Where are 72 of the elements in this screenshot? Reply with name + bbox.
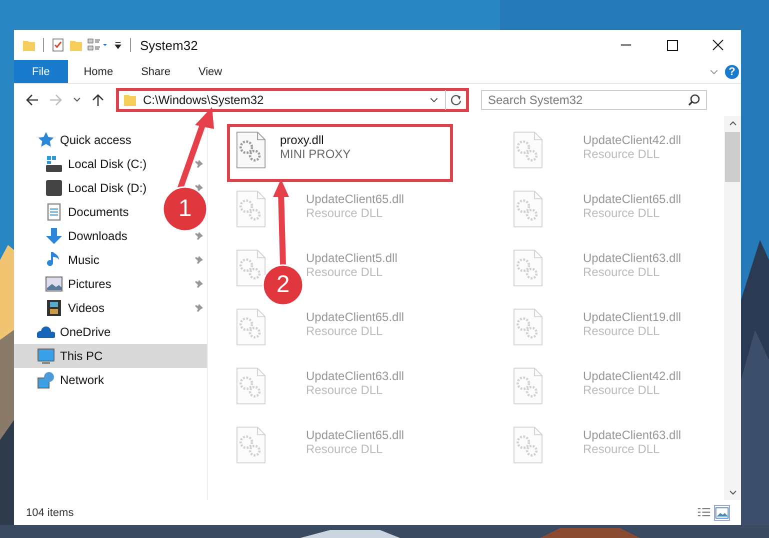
pin-icon[interactable]: [194, 255, 204, 265]
sidebar-item[interactable]: This PC: [14, 344, 207, 368]
sidebar-item[interactable]: Music: [14, 248, 106, 272]
search-icon[interactable]: [687, 93, 701, 107]
drive-icon: [45, 179, 63, 197]
file-type: Resource DLL: [583, 206, 661, 220]
ribbon-tab[interactable]: View: [184, 60, 236, 83]
caret-icon[interactable]: [113, 39, 123, 51]
file-type: Resource DLL: [583, 265, 661, 279]
pc-icon: [37, 347, 55, 365]
file-name: UpdateClient19.dll: [583, 310, 682, 324]
file-name: UpdateClient63.dll: [583, 251, 682, 265]
pin-icon[interactable]: [194, 303, 204, 313]
sidebar-item[interactable]: Local Disk (C:): [14, 152, 153, 176]
file-type: Resource DLL: [306, 265, 384, 279]
item-count: 104 items: [26, 506, 74, 518]
file-type: Resource DLL: [306, 383, 384, 397]
view-list-icon[interactable]: [87, 38, 109, 52]
up-icon[interactable]: [90, 92, 106, 108]
documents-icon: [45, 203, 63, 221]
properties-icon[interactable]: [51, 38, 65, 52]
callout-number: 1: [177, 194, 193, 224]
file-name: UpdateClient42.dll: [583, 369, 682, 383]
file-name: UpdateClient65.dll: [306, 192, 404, 206]
videos-icon: [45, 299, 63, 317]
pin-icon[interactable]: [194, 183, 204, 193]
file-name: UpdateClient65.dll: [583, 192, 682, 206]
drive-c-icon: [45, 155, 63, 173]
callout-number: 2: [275, 270, 291, 300]
scroll-thumb[interactable]: [725, 132, 740, 182]
large-icons-view-icon[interactable]: [715, 506, 729, 520]
sidebar-item[interactable]: Videos: [14, 296, 110, 320]
downloads-icon: [45, 227, 63, 245]
back-icon[interactable]: [24, 92, 40, 108]
sidebar-item[interactable]: Pictures: [14, 272, 118, 296]
search-field[interactable]: Search System32: [481, 90, 707, 110]
ribbon-tab[interactable]: Home: [70, 60, 128, 83]
file-name: proxy.dll: [280, 133, 325, 147]
network-icon: [37, 371, 55, 389]
address-bar[interactable]: C:\Windows\System32: [116, 88, 469, 112]
pin-icon[interactable]: [194, 279, 204, 289]
file-name: UpdateClient42.dll: [583, 133, 682, 147]
file-type: Resource DLL: [583, 147, 661, 161]
sidebar-item[interactable]: Local Disk (D:): [14, 176, 153, 200]
sidebar-item[interactable]: Quick access: [14, 128, 207, 152]
file-tile[interactable]: proxy.dll MINI PROXY: [227, 124, 453, 182]
star-icon: [37, 131, 55, 149]
scrollbar[interactable]: [724, 116, 741, 500]
file-type: Resource DLL: [583, 383, 661, 397]
window-title: System32: [139, 38, 198, 52]
file-name: UpdateClient65.dll: [306, 428, 404, 442]
sidebar-item[interactable]: OneDrive: [14, 320, 207, 344]
file-name: UpdateClient63.dll: [306, 369, 404, 383]
file-name: UpdateClient5.dll: [306, 251, 398, 265]
pin-icon[interactable]: [194, 231, 204, 241]
file-type: Resource DLL: [306, 206, 384, 220]
file-type: Resource DLL: [583, 324, 661, 338]
sidebar-item[interactable]: Documents: [14, 200, 135, 224]
file-type: MINI PROXY: [280, 147, 351, 161]
pictures-icon: [45, 275, 63, 293]
pin-icon[interactable]: [194, 159, 204, 169]
file-name: UpdateClient65.dll: [306, 310, 404, 324]
folder-icon: [123, 93, 137, 107]
address-path: C:\Windows\System32: [143, 93, 265, 107]
sidebar-item[interactable]: Downloads: [14, 224, 134, 248]
ribbon-tab[interactable]: Share: [127, 60, 184, 83]
sidebar-item[interactable]: Network: [14, 368, 207, 392]
file-type: Resource DLL: [583, 442, 661, 456]
file-type: Resource DLL: [306, 442, 384, 456]
file-name: UpdateClient63.dll: [583, 428, 682, 442]
help-button[interactable]: ?: [725, 64, 739, 78]
file-type: Resource DLL: [306, 324, 384, 338]
